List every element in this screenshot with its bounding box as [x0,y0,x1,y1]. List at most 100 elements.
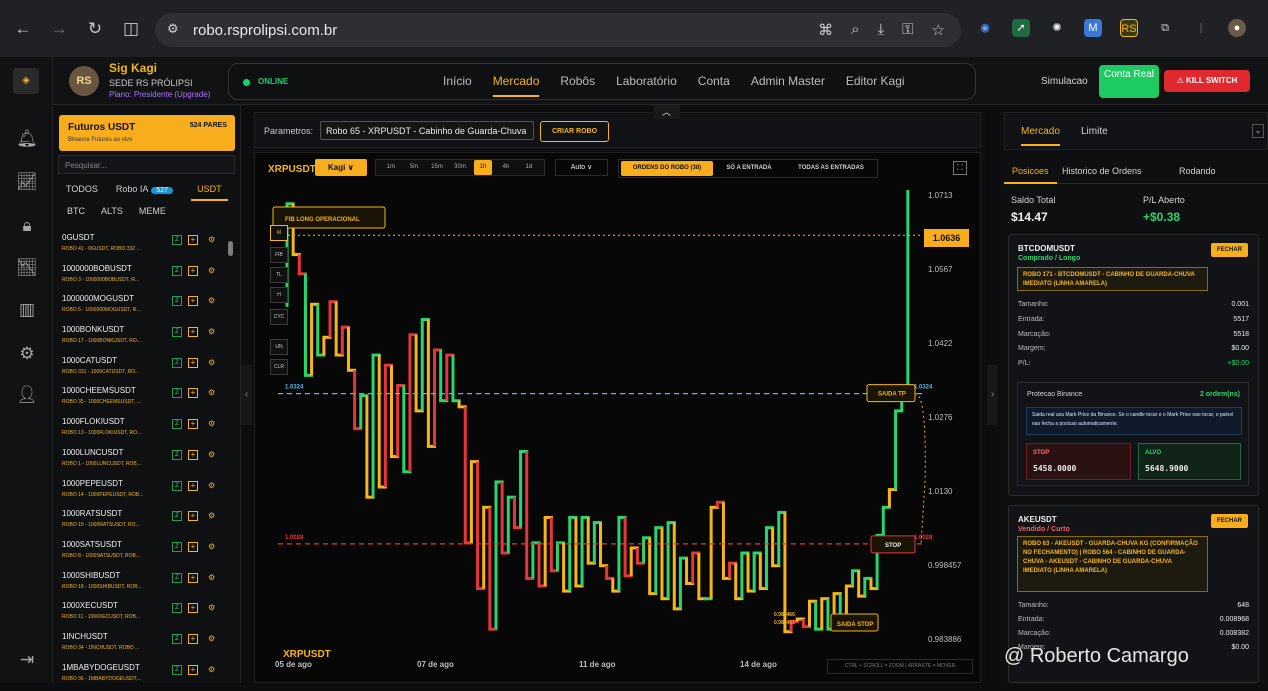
nav-editor-kagi[interactable]: Editor Kagi [846,74,905,97]
extension-m-icon[interactable]: M [1084,19,1102,37]
extension-openai-icon[interactable]: ✺ [1048,19,1066,37]
pair-search-input[interactable]: Pesquisar... [58,155,235,174]
add-icon[interactable]: + [188,357,198,368]
drawing-tool-0[interactable]: M [270,225,288,241]
add-icon[interactable]: + [188,480,198,491]
add-icon[interactable]: + [188,327,198,338]
pair-row[interactable]: 0GUSDT ROBO 41 - 0GUSDT, ROBO 332 ... Z + ⚙ [53,231,241,262]
pair-list-scrollbar[interactable] [228,241,233,256]
subtab-alts[interactable]: ALTS [101,206,123,216]
split-view-icon[interactable]: ◫ [121,19,141,39]
extension-rocket-icon[interactable]: ➚ [1012,19,1030,37]
robot-icon[interactable]: ⚙ [208,266,215,275]
zap-icon[interactable]: Z [172,633,182,644]
pair-row[interactable]: 1000BONKUSDT ROBO 17 - 1000BONKUSDT, RO..… [53,323,241,354]
plan-link[interactable]: Plano: Presidente (Upgrade) [109,90,210,99]
robot-icon[interactable]: ⚙ [208,327,215,336]
kagi-chart[interactable]: FIB LONG OPERACIONAL 1.0324 1.0324 SAIDA TP… [255,153,982,684]
add-icon[interactable]: + [188,419,198,430]
simulacao-toggle[interactable]: Simulacao [1041,76,1088,87]
robot-icon[interactable]: ⚙ [208,634,215,643]
reload-icon[interactable]: ↻ [85,19,105,39]
robot-icon[interactable]: ⚙ [208,481,215,490]
pair-row[interactable]: 1000SHIBUSDT ROBO 18 - 1000SHIBUSDT, ROB.… [53,569,241,600]
robot-icon[interactable]: ⚙ [208,419,215,428]
add-icon[interactable]: + [188,511,198,522]
zap-icon[interactable]: Z [172,357,182,368]
chevron-down-icon[interactable]: ⌄ [1252,124,1264,138]
translate-icon[interactable]: ⌘ [818,21,833,39]
forward-icon[interactable]: → [49,19,69,39]
zap-icon[interactable]: Z [172,296,182,307]
bookmark-star-icon[interactable]: ☆ [932,21,945,39]
robot-icon[interactable]: ⚙ [208,511,215,520]
kill-switch-button[interactable]: ⚠ KILL SWITCH [1164,70,1250,92]
robot-select[interactable]: Robo 65 - XRPUSDT - Cabinho de Guarda-Ch… [320,121,534,140]
browser-menu-icon[interactable]: ⋮ [1264,19,1268,37]
zap-icon[interactable]: Z [172,664,182,675]
nav-conta[interactable]: Conta [698,74,730,97]
futures-usdt-card[interactable]: Futuros USDT Binance Futures ao vivo 524… [59,115,235,151]
address-bar[interactable]: ⚙ robo.rsprolipsi.com.br ⌘ ⌕ ⤓ ⚿ ☆ [155,13,961,47]
analytics-icon[interactable]: 📉︎ [16,257,38,279]
add-icon[interactable]: + [188,388,198,399]
pair-row[interactable]: 1MBABYDOGEUSDT ROBO 36 - 1MBABYDOGEUSDT,.… [53,661,241,691]
zap-icon[interactable]: Z [172,327,182,338]
pair-row[interactable]: 1INCHUSDT ROBO 34 - 1INCHUSDT, ROBO ... Z +… [53,630,241,661]
add-icon[interactable]: + [188,296,198,307]
pair-row[interactable]: 1000000BOBUSDT ROBO 3 - 1000000BOBUSDT, R… [53,262,241,293]
add-icon[interactable]: + [188,664,198,675]
extension-rs-icon[interactable]: RS [1120,19,1138,37]
drawing-tool-3[interactable]: H [270,287,288,303]
tab-todos[interactable]: TODOS [66,184,98,201]
conta-real-button[interactable]: Conta Real [1099,65,1159,98]
extension-wifi-icon[interactable]: ◉ [976,19,994,37]
drawing-tool-4[interactable]: CYC [270,309,288,325]
zap-icon[interactable]: Z [172,419,182,430]
pair-row[interactable]: 1000CHEEMSUSDT ROBO 35 - 1000CHEEMSUSDT, … [53,384,241,415]
robot-icon[interactable]: ⚙ [208,388,215,397]
site-settings-icon[interactable]: ⚙ [167,21,179,37]
robot-icon[interactable]: ⚙ [208,573,215,582]
profile-avatar[interactable]: ● [1228,19,1246,37]
lock-icon[interactable]: 🔒︎ [16,215,38,237]
tab-robo-ia[interactable]: Robo IA 527 [116,184,174,201]
drawing-tool-1[interactable]: FIB [270,247,288,263]
tab-mercado[interactable]: Mercado [1021,126,1060,146]
app-logo-icon[interactable]: ◈ [13,68,39,94]
nav-mercado[interactable]: Mercado [492,74,540,97]
nav-laboratorio[interactable]: Laboratório [616,74,677,97]
pair-row[interactable]: 1000FLOKIUSDT ROBO 13 - 1000FLOKIUSDT, RO… [53,415,241,446]
zap-icon[interactable]: Z [172,572,182,583]
zap-icon[interactable]: Z [172,265,182,276]
gear-icon[interactable]: ⚙ [16,343,38,365]
zap-icon[interactable]: Z [172,235,182,245]
drawing-tool-6[interactable]: CLR [270,359,288,375]
chart-container[interactable]: XRPUSDT Kagi ∨ 1m 5m 15m 30m 1h 4h 1d Auto ∨ O… [254,152,981,683]
tab-posicoes[interactable]: Posicoes [1004,166,1057,184]
add-icon[interactable]: + [188,541,198,552]
close-position-button[interactable]: FECHAR [1211,243,1248,257]
subtab-meme[interactable]: MEME [139,206,166,216]
pair-row[interactable]: 1000PEPEUSDT ROBO 14 - 1000PEPEUSDT, ROB.… [53,477,241,508]
nav-robos[interactable]: Robôs [560,74,595,97]
nav-admin-master[interactable]: Admin Master [751,74,825,97]
chart-line-icon[interactable]: 📈︎ [16,171,38,193]
robot-icon[interactable]: ⚙ [208,358,215,367]
add-icon[interactable]: + [188,633,198,644]
collapse-right-icon[interactable]: › [987,365,998,425]
pair-row[interactable]: 1000SATSUSDT ROBO 8 - 1000SATSUSDT, ROB..… [53,538,241,569]
nav-inicio[interactable]: Início [443,74,472,97]
back-icon[interactable]: ← [13,19,33,39]
zoom-icon[interactable]: ⌕ [851,21,859,39]
zap-icon[interactable]: Z [172,480,182,491]
drawing-tool-2[interactable]: TL [270,267,288,283]
columns-icon[interactable]: ▥ [16,299,38,321]
robot-icon[interactable]: ⚙ [208,235,215,244]
zap-icon[interactable]: Z [172,511,182,522]
create-robot-button[interactable]: CRIAR ROBO [540,121,609,142]
tab-limite[interactable]: Limite [1081,126,1108,137]
chevron-up-icon[interactable]: ︿ [653,105,680,119]
tab-historico[interactable]: Historico de Ordens [1062,166,1142,176]
logout-icon[interactable]: ⇥ [16,649,38,671]
